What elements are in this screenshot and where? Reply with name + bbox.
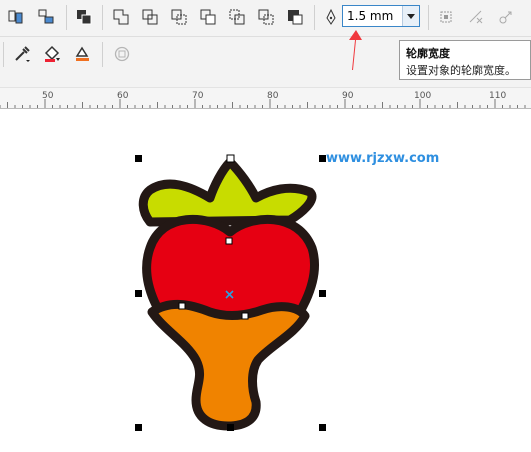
property-bar: 1.5 mm [0,0,531,37]
ruler-label: 60 [117,91,129,101]
drawing-canvas[interactable] [0,109,531,452]
ruler-label: 70 [192,91,204,101]
toolbar-separator [102,42,103,67]
ruler-label: 50 [42,91,54,101]
toolbar-separator [102,5,103,30]
group-icon[interactable] [74,7,94,27]
toolbar-separator [3,42,4,67]
convert-to-curves-icon[interactable] [436,7,456,27]
tooltip-title: 轮廓宽度 [406,47,450,60]
trim-icon[interactable] [140,7,160,27]
outline-width-value[interactable]: 1.5 mm [347,9,393,23]
horizontal-ruler[interactable]: 50 60 70 80 90 100 110 [0,88,531,109]
break-apart-icon[interactable] [36,7,56,27]
ruler-ticks [0,99,526,108]
lock-icon[interactable] [112,44,132,64]
toolbar-separator [428,5,429,30]
triangle-down-icon[interactable] [402,6,419,26]
eyedropper-icon[interactable] [12,44,32,64]
outline-color-icon[interactable] [72,44,92,64]
create-boundary-icon[interactable] [285,7,305,27]
ruler-label: 80 [267,91,279,101]
combine-icon[interactable] [6,7,26,27]
simplify-icon[interactable] [198,7,218,27]
pen-nib-icon [321,7,341,27]
ruler-label: 90 [342,91,354,101]
ruler-label: 110 [489,91,507,101]
intersect-icon[interactable] [169,7,189,27]
toolbar-separator [314,5,315,30]
ruler-label: 100 [414,91,432,101]
front-minus-back-icon[interactable] [227,7,247,27]
toolbar-separator [66,5,67,30]
link-icon[interactable] [496,7,516,27]
tooltip: 轮廓宽度 设置对象的轮廓宽度。 [399,40,531,80]
dimension-icon[interactable] [466,7,486,27]
back-minus-front-icon[interactable] [256,7,276,27]
outline-width-field[interactable]: 1.5 mm [342,5,420,27]
tooltip-description: 设置对象的轮廓宽度。 [406,64,516,77]
weld-icon[interactable] [111,7,131,27]
watermark-text: www.rjzxw.com [326,151,440,166]
fill-icon[interactable] [42,44,62,64]
